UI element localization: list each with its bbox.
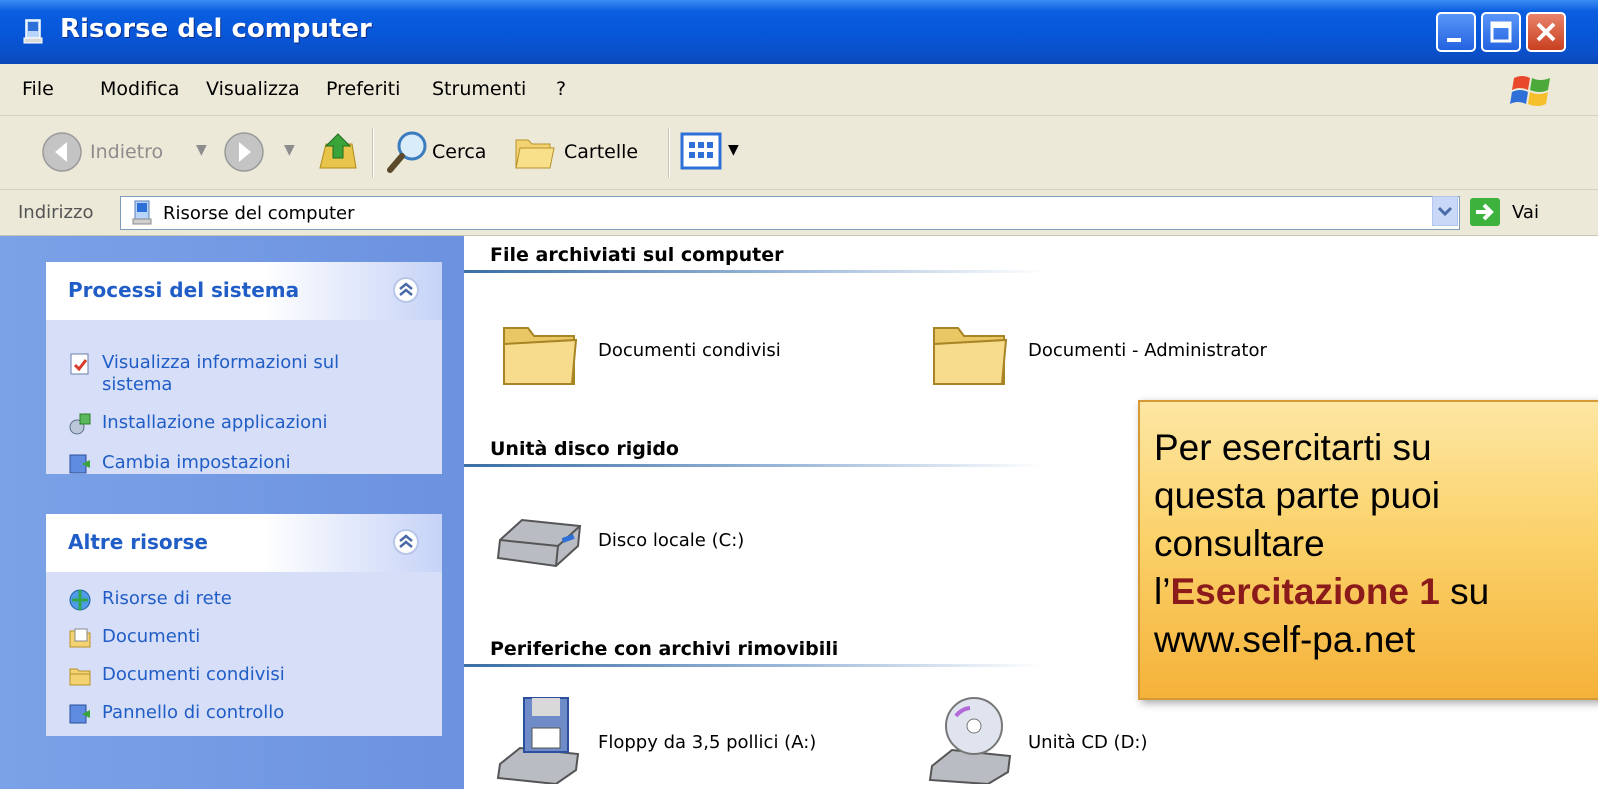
maximize-icon <box>1490 21 1512 43</box>
place-label: Pannello di controllo <box>102 702 285 723</box>
item-label: Floppy da 3,5 pollici (A:) <box>598 732 817 753</box>
back-label: Indietro <box>90 141 164 163</box>
group-divider <box>464 270 1044 273</box>
back-dropdown-icon[interactable]: ▼ <box>196 142 207 158</box>
menu-strumenti[interactable]: Strumenti <box>432 78 526 100</box>
title-bar[interactable]: Risorse del computer <box>0 0 1598 64</box>
item-local-disk-c[interactable]: Disco locale (C:) <box>494 506 894 586</box>
panel-title: Altre risorse <box>68 530 208 554</box>
callout-highlight: Esercitazione 1 <box>1170 571 1440 612</box>
callout-line: l’ <box>1154 571 1171 612</box>
control-panel-icon <box>69 704 90 724</box>
menu-help[interactable]: ? <box>556 78 566 100</box>
item-label: Unità CD (D:) <box>1028 732 1148 753</box>
close-icon <box>1536 22 1556 42</box>
documents-folder-icon <box>69 628 91 648</box>
system-tasks-header[interactable]: Processi del sistema <box>46 262 442 320</box>
window-title: Risorse del computer <box>60 14 372 44</box>
task-label: Visualizza informazioni sul sistema <box>102 352 340 395</box>
back-arrow-icon <box>42 132 82 172</box>
forward-dropdown-icon[interactable]: ▼ <box>284 142 295 158</box>
group-divider <box>464 664 1044 667</box>
item-label: Documenti - Administrator <box>1028 340 1267 361</box>
item-label: Disco locale (C:) <box>598 530 745 551</box>
menu-file[interactable]: File <box>22 78 54 100</box>
network-icon <box>69 589 91 611</box>
other-places-panel: Altre risorse Risorse di rete Documenti <box>46 514 442 736</box>
search-button[interactable]: Cerca <box>384 128 504 178</box>
callout-url[interactable]: www.self-pa.net <box>1154 619 1415 660</box>
exercise-callout: Per esercitarti su questa parte puoi con… <box>1138 400 1598 700</box>
task-pane: Processi del sistema Visualizza informaz… <box>0 236 464 789</box>
place-label: Documenti <box>102 626 201 647</box>
group-divider <box>464 464 1044 467</box>
forward-arrow-icon <box>224 132 264 172</box>
item-shared-documents[interactable]: Documenti condivisi <box>500 314 900 404</box>
place-label: Documenti condivisi <box>102 664 285 685</box>
callout-line: questa parte puoi <box>1154 475 1440 516</box>
item-administrator-documents[interactable]: Documenti - Administrator <box>930 314 1330 404</box>
minimize-button[interactable] <box>1436 12 1476 52</box>
go-button[interactable]: Vai <box>1468 196 1578 230</box>
back-button[interactable]: Indietro ▼ <box>36 128 236 178</box>
views-dropdown-icon[interactable]: ▼ <box>728 142 739 158</box>
folders-icon <box>515 139 555 169</box>
views-icon <box>680 132 722 170</box>
task-label: Installazione applicazioni <box>102 412 328 433</box>
go-label: Vai <box>1512 202 1539 223</box>
windows-logo-icon <box>1510 76 1550 106</box>
maximize-button[interactable] <box>1481 12 1521 52</box>
group-title-removable: Periferiche con archivi rimovibili <box>490 638 839 660</box>
callout-line: Per esercitarti su <box>1154 427 1432 468</box>
go-arrow-icon <box>1470 198 1500 226</box>
menu-preferiti[interactable]: Preferiti <box>326 78 400 100</box>
views-button[interactable]: ▼ <box>680 130 750 176</box>
toolbar-separator <box>372 128 374 178</box>
cd-drive-icon <box>928 697 1012 784</box>
system-tasks-panel: Processi del sistema Visualizza informaz… <box>46 262 442 474</box>
forward-button[interactable]: ▼ <box>220 128 300 178</box>
other-places-header[interactable]: Altre risorse <box>46 514 442 572</box>
collapse-chevron-icon[interactable] <box>392 276 420 304</box>
task-label: Cambia impostazioni <box>102 452 291 473</box>
address-value: Risorse del computer <box>163 203 355 224</box>
menu-visualizza[interactable]: Visualizza <box>206 78 300 100</box>
callout-line: su <box>1439 571 1490 612</box>
panel-title: Processi del sistema <box>68 278 300 302</box>
address-label: Indirizzo <box>18 202 94 223</box>
install-programs-icon <box>69 413 91 435</box>
address-dropdown-icon[interactable] <box>1432 196 1458 226</box>
folder-icon <box>933 327 1008 385</box>
group-title-hard-disks: Unità disco rigido <box>490 438 679 460</box>
close-button[interactable] <box>1526 12 1566 52</box>
address-input[interactable]: Risorse del computer <box>120 196 1460 230</box>
group-title-files: File archiviati sul computer <box>490 244 784 266</box>
folders-label: Cartelle <box>564 141 639 163</box>
folder-icon <box>503 327 578 385</box>
my-computer-icon <box>132 200 152 225</box>
folders-button[interactable]: Cartelle <box>512 128 662 178</box>
up-folder-icon[interactable] <box>316 130 360 174</box>
callout-line: consultare <box>1154 523 1325 564</box>
floppy-drive-icon <box>496 697 580 784</box>
toolbar-separator <box>668 128 670 178</box>
menu-modifica[interactable]: Modifica <box>100 78 179 100</box>
toolbar: Indietro ▼ ▼ Cerca Cartelle ▼ <box>0 116 1598 190</box>
item-label: Documenti condivisi <box>598 340 781 361</box>
minimize-icon <box>1447 38 1461 42</box>
item-cd-drive-d[interactable]: Unità CD (D:) <box>926 694 1326 786</box>
control-panel-icon <box>69 454 90 474</box>
shared-folder-icon <box>69 668 91 686</box>
collapse-chevron-icon[interactable] <box>392 528 420 556</box>
place-label: Risorse di rete <box>102 588 232 609</box>
address-bar: Indirizzo Risorse del computer Vai <box>0 190 1598 236</box>
search-label: Cerca <box>432 141 487 163</box>
item-floppy-a[interactable]: Floppy da 3,5 pollici (A:) <box>494 694 894 786</box>
my-computer-icon <box>23 19 43 44</box>
search-icon <box>387 131 427 173</box>
menu-bar: File Modifica Visualizza Preferiti Strum… <box>0 64 1598 116</box>
hard-drive-icon <box>496 518 582 568</box>
system-info-icon <box>70 353 89 375</box>
